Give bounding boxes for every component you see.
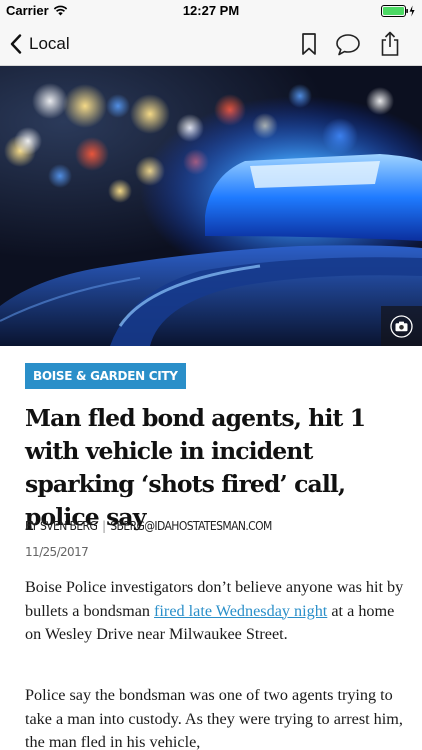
article-paragraph: Boise Police investigators don’t believe…	[25, 576, 405, 647]
publish-date: 11/25/2017	[25, 545, 89, 559]
comment-icon[interactable]	[335, 31, 361, 57]
clock: 12:27 PM	[182, 3, 240, 18]
back-label: Local	[29, 34, 70, 53]
navigation-bar: Local	[0, 22, 422, 66]
author-name: BY SVEN BERG	[25, 519, 98, 533]
author-email[interactable]: SBERG@IDAHOSTATESMAN.COM	[110, 519, 272, 533]
police-light-illustration	[0, 83, 422, 346]
bookmark-icon[interactable]	[296, 31, 322, 57]
battery-icon	[381, 5, 415, 17]
back-button[interactable]: Local	[10, 30, 70, 58]
section-tag[interactable]: BOISE & GARDEN CITY	[25, 363, 186, 389]
chevron-left-icon	[10, 34, 22, 54]
headline: Man fled bond agents, hit 1 with vehicle…	[25, 404, 366, 531]
status-bar: Carrier 12:27 PM	[0, 0, 422, 22]
byline-separator: |	[102, 519, 106, 533]
inline-link[interactable]: fired late Wednesday night	[154, 602, 327, 620]
photo-gallery-button[interactable]	[381, 306, 422, 346]
hero-photo[interactable]	[0, 66, 422, 346]
byline: BY SVEN BERG | SBERG@IDAHOSTATESMAN.COM	[25, 519, 272, 533]
camera-icon	[390, 315, 413, 338]
share-icon[interactable]	[377, 31, 403, 57]
article-paragraph: Police say the bondsman was one of two a…	[25, 686, 403, 750]
